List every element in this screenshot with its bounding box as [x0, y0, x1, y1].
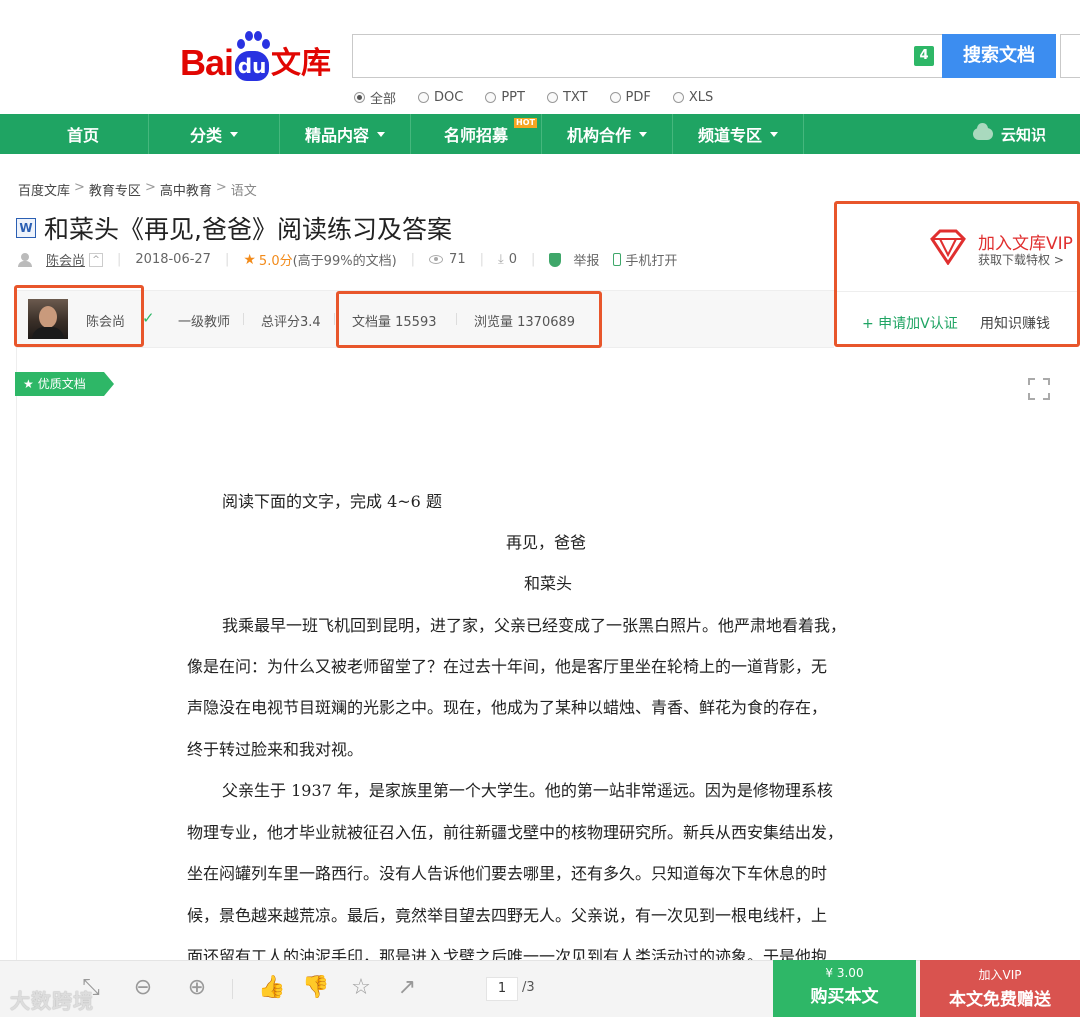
highlight-box-author: [14, 285, 144, 347]
doc-meta: 陈会尚 ^ | 2018-06-27 | ★ 5.0分 (高于99%的文档) | 71…: [18, 250, 691, 269]
type-option-all[interactable]: 全部: [354, 88, 396, 107]
viewer-toolbar: ⤡ ⊖ ⊕ 👍 👎 ☆ ↗ 1 /3: [0, 960, 1080, 1017]
breadcrumb-item[interactable]: 百度文库: [18, 180, 70, 199]
doc-line: 坐在闷罐列车里一路西行。没有人告诉他们要去哪里，还有多久。只知道每次下车休息的时: [187, 864, 828, 883]
doc-line: 物理专业，他才毕业就被征召入伍，前往新疆戈壁中的核物理研究所。新兵从西安集结出发…: [187, 823, 844, 842]
chevron-down-icon: [770, 131, 778, 137]
header: Bai du 文库 4 搜索文档 全部 DOC PPT TXT PDF XLS: [0, 0, 1080, 114]
vip-free-button[interactable]: 加入VIP 本文免费赠送: [920, 960, 1080, 1017]
favorite-star-icon[interactable]: ☆: [348, 975, 374, 1001]
author-card-icon[interactable]: ^: [89, 252, 104, 267]
download-icon: ⤓: [497, 252, 504, 267]
chevron-down-icon: [230, 131, 238, 137]
shield-icon: [549, 252, 562, 267]
nav-item-partnership[interactable]: 机构合作: [542, 114, 673, 154]
logo-du-text: du: [237, 54, 267, 78]
upload-date: 2018-06-27: [135, 252, 211, 267]
doc-title-row: W 和菜头《再见,爸爸》阅读练习及答案: [16, 210, 452, 246]
word-doc-icon: W: [16, 218, 36, 238]
radio-icon[interactable]: [672, 92, 684, 103]
thumbs-down-icon[interactable]: 👎: [302, 975, 329, 1001]
page-title: 和菜头《再见,爸爸》阅读练习及答案: [44, 215, 452, 244]
radio-icon[interactable]: [418, 92, 430, 103]
doc-line: 和菜头: [524, 574, 573, 593]
radio-icon[interactable]: [485, 92, 497, 103]
zoom-out-icon[interactable]: ⊖: [130, 975, 156, 1001]
page-total: /3: [522, 980, 535, 995]
cloud-icon: [972, 123, 993, 140]
logo-du-paw: du: [235, 31, 271, 81]
breadcrumb-item[interactable]: 教育专区: [89, 180, 141, 199]
vip-free-label: 本文免费赠送: [949, 990, 1051, 1010]
search-extra-box[interactable]: [1060, 34, 1080, 78]
mobile-open-link[interactable]: 手机打开: [613, 250, 677, 269]
file-type-filter: 全部 DOC PPT TXT PDF XLS: [354, 88, 735, 107]
breadcrumb-item[interactable]: 语文: [231, 180, 257, 199]
download-count: ⤓ 0: [497, 252, 518, 267]
user-icon: [18, 252, 32, 267]
breadcrumb: 百度文库 > 教育专区 > 高中教育 > 语文: [18, 180, 257, 199]
buy-price: ¥ 3.00: [825, 966, 864, 980]
search-input[interactable]: 4: [352, 34, 942, 78]
nav-item-category[interactable]: 分类: [149, 114, 280, 154]
watermark-text: 大数跨境: [10, 989, 94, 1013]
baidu-wenku-logo[interactable]: Bai du 文库: [180, 24, 331, 84]
main-nav: 首页 分类 精品内容 名师招募 HOT 机构合作 频道专区 云知识: [0, 114, 1080, 154]
author-total-score: 总评分3.4: [261, 315, 321, 330]
highlight-box-vip: [834, 201, 1080, 347]
star-icon: ★: [23, 377, 34, 391]
doc-line: 终于转过脸来和我对视。: [187, 740, 364, 759]
logo-bai-text: Bai: [180, 42, 234, 83]
hot-badge: HOT: [514, 118, 537, 128]
doc-line: 候，景色越来越荒凉。最后，竟然举目望去四野无人。父亲说，有一次见到一根电线杆，上: [187, 906, 828, 925]
type-option-ppt[interactable]: PPT: [485, 88, 525, 107]
nav-item-teacher-recruit[interactable]: 名师招募 HOT: [411, 114, 542, 154]
fullscreen-icon[interactable]: [1028, 378, 1050, 400]
doc-line: 父亲生于 1937 年，是家族里第一个大学生。他的第一站非常遥远。因为是修物理系…: [222, 781, 833, 800]
nav-item-home[interactable]: 首页: [18, 114, 149, 154]
type-option-xls[interactable]: XLS: [672, 88, 713, 107]
nav-item-premium[interactable]: 精品内容: [280, 114, 411, 154]
search-button[interactable]: 搜索文档: [942, 34, 1056, 78]
quality-doc-tag: ★ 优质文档: [15, 372, 114, 396]
buy-document-button[interactable]: ¥ 3.00 购买本文: [773, 960, 916, 1017]
page-number-input[interactable]: 1: [486, 977, 518, 1001]
phone-icon: [613, 253, 622, 266]
view-count: 71: [429, 252, 466, 267]
rating: ★ 5.0分 (高于99%的文档): [243, 251, 397, 270]
type-option-pdf[interactable]: PDF: [609, 88, 651, 107]
radio-icon[interactable]: [354, 92, 365, 103]
vip-join-label: 加入VIP: [978, 968, 1022, 982]
chevron-down-icon: [639, 131, 647, 137]
eye-icon: [429, 255, 444, 264]
author-level: 一级教师: [178, 315, 231, 330]
type-option-txt[interactable]: TXT: [546, 88, 588, 107]
report-link[interactable]: 举报: [549, 250, 599, 269]
paw-icon: [237, 31, 271, 51]
highlight-box-stats: [336, 291, 602, 348]
doc-line: 像是在问：为什么又被老师留堂了？在过去十年间，他是客厅里坐在轮椅上的一道背影，无: [187, 657, 828, 676]
doc-line: 再见，爸爸: [506, 533, 587, 552]
chevron-down-icon: [377, 131, 385, 137]
doc-line: 声隐没在电视节目斑斓的光影之中。现在，他成为了某种以蜡烛、青香、鲜花为食的存在，: [187, 698, 828, 717]
search-count-badge: 4: [914, 46, 934, 66]
radio-icon[interactable]: [609, 92, 621, 103]
doc-line: 阅读下面的文字，完成 4~6 题: [222, 492, 442, 511]
nav-cloud-knowledge[interactable]: 云知识: [972, 114, 1046, 154]
logo-wenku-text: 文库: [271, 46, 332, 81]
radio-icon[interactable]: [546, 92, 558, 103]
breadcrumb-item[interactable]: 高中教育: [160, 180, 212, 199]
buy-label: 购买本文: [810, 987, 879, 1007]
doc-line: 我乘最早一班飞机回到昆明，进了家，父亲已经变成了一张黑白照片。他严肃地看着我，: [222, 616, 847, 635]
star-icon: ★: [243, 251, 256, 268]
author-link[interactable]: 陈会尚 ^: [46, 250, 104, 269]
zoom-in-icon[interactable]: ⊕: [184, 975, 210, 1001]
document-viewer[interactable]: ★ 优质文档 阅读下面的文字，完成 4~6 题 再见，爸爸 和菜头 我乘最早一班飞…: [15, 348, 1080, 968]
thumbs-up-icon[interactable]: 👍: [258, 975, 285, 1001]
share-icon[interactable]: ↗: [394, 975, 420, 1001]
type-option-doc[interactable]: DOC: [418, 88, 463, 107]
nav-item-channels[interactable]: 频道专区: [673, 114, 804, 154]
